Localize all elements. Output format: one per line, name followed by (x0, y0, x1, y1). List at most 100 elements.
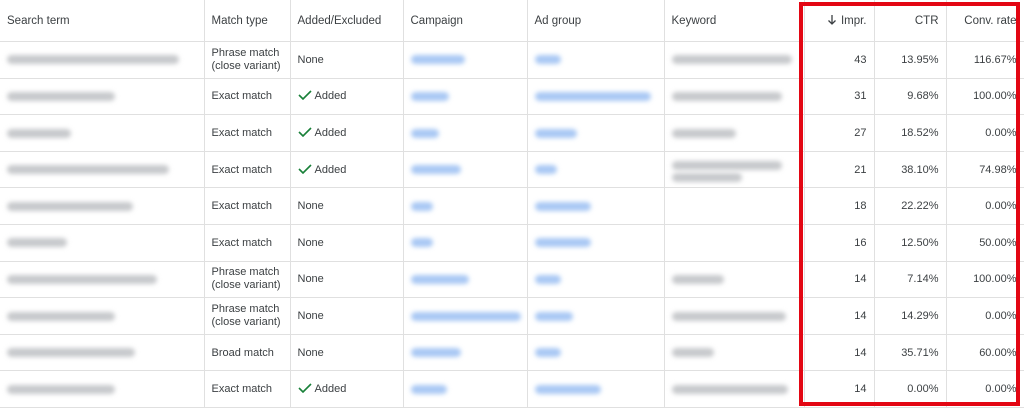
search-term-cell (0, 261, 205, 299)
added-excluded-cell[interactable]: Added (290, 114, 404, 152)
campaign-link[interactable] (403, 41, 528, 79)
arrow-down-icon (827, 15, 836, 25)
added-excluded-cell[interactable]: None (290, 41, 404, 79)
ctr-cell: 18.52% (874, 114, 947, 152)
header-keyword[interactable]: Keyword (664, 0, 805, 42)
search-term-cell (0, 151, 205, 189)
search-term-cell (0, 187, 205, 225)
conv-rate-cell: 0.00% (946, 187, 1024, 225)
status-none: None (297, 53, 324, 66)
impr-cell: 43 (804, 41, 875, 79)
added-excluded-cell[interactable]: None (290, 187, 404, 225)
match-type-cell: Exact match (204, 370, 291, 408)
conv-rate-cell: 60.00% (946, 334, 1024, 372)
campaign-link[interactable] (403, 151, 528, 189)
conv-rate-cell: 0.00% (946, 297, 1024, 335)
search-terms-table: Search term Match type Added/Excluded Ca… (0, 0, 1024, 408)
ad-group-link[interactable] (527, 41, 665, 79)
impr-cell: 18 (804, 187, 875, 225)
ad-group-link[interactable] (527, 334, 665, 372)
impr-cell: 31 (804, 78, 875, 116)
ad-group-link[interactable] (527, 297, 665, 335)
search-term-cell (0, 114, 205, 152)
header-ad-group[interactable]: Ad group (527, 0, 665, 42)
campaign-link[interactable] (403, 78, 528, 116)
added-excluded-cell[interactable]: None (290, 334, 404, 372)
added-excluded-cell[interactable]: None (290, 224, 404, 262)
keyword-cell (664, 78, 805, 116)
header-conv-rate[interactable]: Conv. rate (946, 0, 1024, 42)
conv-rate-cell: 50.00% (946, 224, 1024, 262)
keyword-cell (664, 261, 805, 299)
keyword-cell (664, 187, 805, 225)
search-term-cell (0, 41, 205, 79)
impr-cell: 14 (804, 297, 875, 335)
status-added: Added (314, 163, 347, 176)
ad-group-link[interactable] (527, 261, 665, 299)
table-row[interactable]: Exact match Added 14 0.00% 0.00% (0, 370, 1024, 408)
conv-rate-cell: 0.00% (946, 114, 1024, 152)
header-campaign[interactable]: Campaign (403, 0, 528, 42)
search-term-cell (0, 370, 205, 408)
added-excluded-cell[interactable]: None (290, 297, 404, 335)
header-added-excluded[interactable]: Added/Excluded (290, 0, 404, 42)
header-ctr[interactable]: CTR (874, 0, 947, 42)
match-type-cell: Phrase match (close variant) (204, 261, 291, 299)
added-excluded-cell[interactable]: Added (290, 370, 404, 408)
match-type-cell: Exact match (204, 78, 291, 116)
ctr-cell: 7.14% (874, 261, 947, 299)
table-row[interactable]: Exact match None 16 12.50% 50.00% (0, 224, 1024, 262)
ctr-cell: 9.68% (874, 78, 947, 116)
checkmark-icon (297, 90, 312, 101)
keyword-cell (664, 297, 805, 335)
impr-cell: 27 (804, 114, 875, 152)
table-row[interactable]: Exact match None 18 22.22% 0.00% (0, 187, 1024, 225)
keyword-cell (664, 41, 805, 79)
campaign-link[interactable] (403, 297, 528, 335)
header-row: Search term Match type Added/Excluded Ca… (0, 0, 1024, 42)
status-added: Added (314, 126, 347, 139)
ad-group-link[interactable] (527, 151, 665, 189)
match-type-cell: Phrase match (close variant) (204, 41, 291, 79)
campaign-link[interactable] (403, 370, 528, 408)
campaign-link[interactable] (403, 224, 528, 262)
table-row[interactable]: Phrase match (close variant) None 43 13.… (0, 41, 1024, 79)
ad-group-link[interactable] (527, 114, 665, 152)
table-row[interactable]: Exact match Added 27 18.52% 0.00% (0, 114, 1024, 152)
added-excluded-cell[interactable]: Added (290, 151, 404, 189)
campaign-link[interactable] (403, 187, 528, 225)
conv-rate-cell: 0.00% (946, 370, 1024, 408)
ctr-cell: 22.22% (874, 187, 947, 225)
campaign-link[interactable] (403, 261, 528, 299)
table-row[interactable]: Exact match Added 31 9.68% 100.00% (0, 78, 1024, 116)
status-none: None (297, 200, 324, 213)
search-term-cell (0, 334, 205, 372)
table-row[interactable]: Exact match Added 21 38.10% 74.98% (0, 151, 1024, 189)
conv-rate-cell: 100.00% (946, 78, 1024, 116)
table-row[interactable]: Phrase match (close variant) None 14 7.1… (0, 261, 1024, 299)
table-row[interactable]: Broad match None 14 35.71% 60.00% (0, 334, 1024, 372)
campaign-link[interactable] (403, 114, 528, 152)
header-search-term[interactable]: Search term (0, 0, 205, 42)
table-row[interactable]: Phrase match (close variant) None 14 14.… (0, 297, 1024, 335)
ad-group-link[interactable] (527, 224, 665, 262)
ctr-cell: 12.50% (874, 224, 947, 262)
added-excluded-cell[interactable]: Added (290, 78, 404, 116)
impr-cell: 14 (804, 370, 875, 408)
checkmark-icon (297, 383, 312, 394)
keyword-cell (664, 370, 805, 408)
added-excluded-cell[interactable]: None (290, 261, 404, 299)
status-none: None (297, 346, 324, 359)
ad-group-link[interactable] (527, 78, 665, 116)
keyword-cell (664, 151, 805, 189)
campaign-link[interactable] (403, 334, 528, 372)
ad-group-link[interactable] (527, 187, 665, 225)
header-match-type[interactable]: Match type (204, 0, 291, 42)
header-impr[interactable]: Impr. (804, 0, 875, 42)
ctr-cell: 35.71% (874, 334, 947, 372)
header-impr-label: Impr. (840, 15, 867, 27)
match-type-cell: Exact match (204, 151, 291, 189)
impr-cell: 14 (804, 261, 875, 299)
match-type-cell: Broad match (204, 334, 291, 372)
ad-group-link[interactable] (527, 370, 665, 408)
